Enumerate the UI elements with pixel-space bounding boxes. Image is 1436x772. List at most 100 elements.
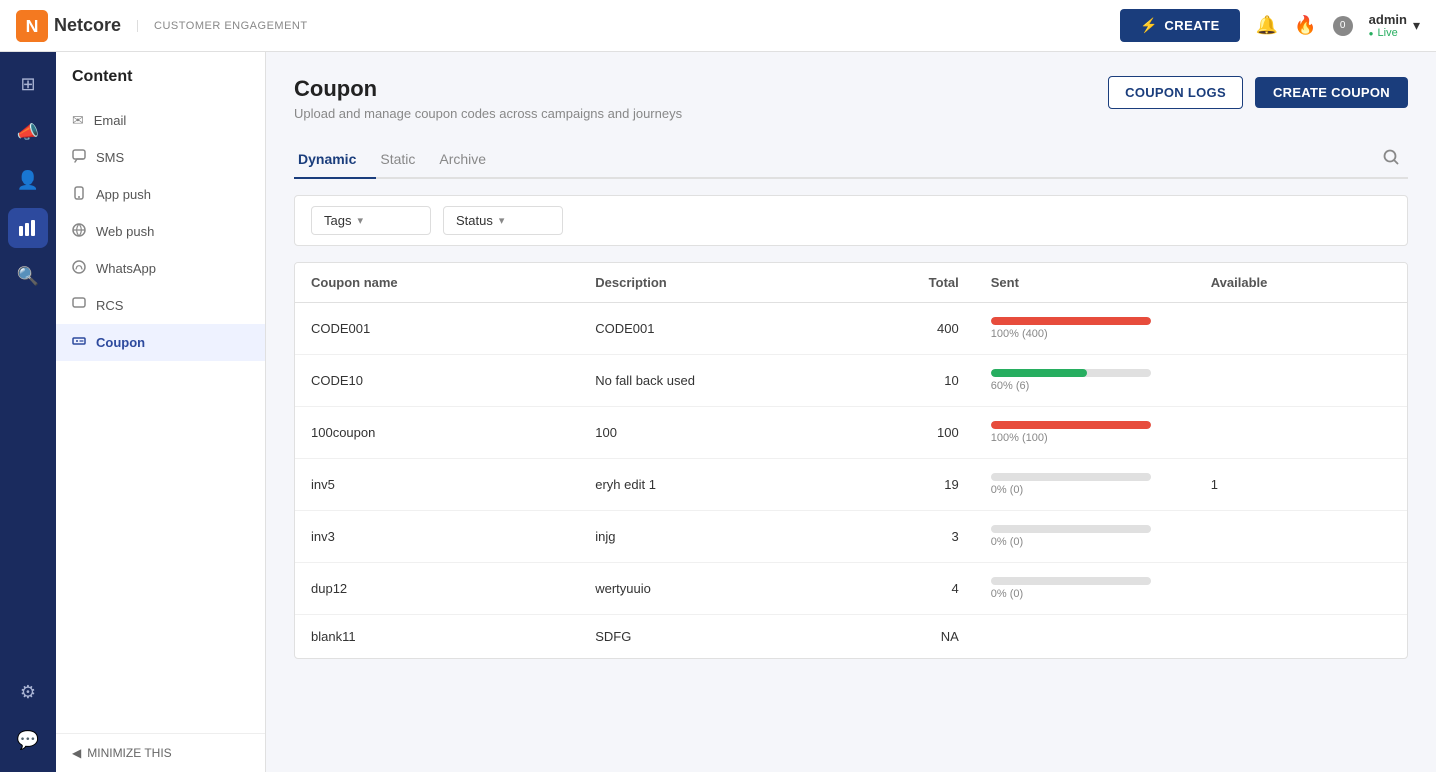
col-sent: Sent xyxy=(975,263,1195,303)
table-row[interactable]: inv3injg30% (0) xyxy=(295,511,1407,563)
cell-total: 10 xyxy=(895,355,975,407)
page-subtitle: Upload and manage coupon codes across ca… xyxy=(294,106,682,121)
progress-bar-bg xyxy=(991,369,1151,377)
progress-bar-bg xyxy=(991,525,1151,533)
create-button[interactable]: ⚡ CREATE xyxy=(1120,9,1239,42)
admin-name: admin xyxy=(1369,12,1407,27)
rcs-icon xyxy=(72,297,86,314)
cell-sent: 100% (400) xyxy=(975,303,1195,355)
sidebar-icon-search[interactable]: 🔍 xyxy=(8,256,48,296)
cell-coupon-name: CODE10 xyxy=(295,355,579,407)
progress-bar-wrap: 0% (0) xyxy=(991,577,1179,600)
cell-available xyxy=(1195,303,1407,355)
status-filter[interactable]: Status ▾ xyxy=(443,206,563,235)
tab-dynamic[interactable]: Dynamic xyxy=(294,141,376,179)
sidebar-item-coupon-label: Coupon xyxy=(96,335,145,350)
cell-description: wertyuuio xyxy=(579,563,895,615)
sidebar-item-email-label: Email xyxy=(94,113,127,128)
sidebar-item-sms[interactable]: SMS xyxy=(56,139,265,176)
whatsapp-icon xyxy=(72,260,86,277)
cell-sent: 60% (6) xyxy=(975,355,1195,407)
cell-sent: 0% (0) xyxy=(975,563,1195,615)
cell-description: SDFG xyxy=(579,615,895,659)
icon-sidebar: ⊞ 📣 👤 🔍 ⚙ 💬 xyxy=(0,52,56,772)
minimize-button[interactable]: ◀ MINIMIZE THIS xyxy=(56,733,265,772)
sidebar-item-rcs[interactable]: RCS xyxy=(56,287,265,324)
progress-bar-bg xyxy=(991,421,1151,429)
progress-label: 100% (400) xyxy=(991,328,1179,340)
sidebar-icon-megaphone[interactable]: 📣 xyxy=(8,112,48,152)
fire-icon: 🔥 xyxy=(1294,15,1316,35)
sms-icon xyxy=(72,149,86,166)
notifications-button[interactable]: 🔔 xyxy=(1256,15,1278,36)
table-row[interactable]: CODE001CODE001400100% (400) xyxy=(295,303,1407,355)
progress-bar-wrap: 0% (0) xyxy=(991,525,1179,548)
cell-description: CODE001 xyxy=(579,303,895,355)
coupon-logs-button[interactable]: COUPON LOGS xyxy=(1108,76,1243,109)
progress-label: 0% (0) xyxy=(991,536,1179,548)
table-row[interactable]: blank11SDFGNA xyxy=(295,615,1407,659)
sidebar-icon-grid[interactable]: ⊞ xyxy=(8,64,48,104)
customer-engagement-label: CUSTOMER ENGAGEMENT xyxy=(137,20,308,32)
live-status: Live xyxy=(1369,27,1407,39)
cell-coupon-name: dup12 xyxy=(295,563,579,615)
icon-sidebar-bottom: ⚙ 💬 xyxy=(8,672,48,772)
header-right: ⚡ CREATE 🔔 🔥 0 admin Live ▾ xyxy=(1120,9,1420,42)
search-icon-button[interactable] xyxy=(1374,141,1408,177)
cell-total: 100 xyxy=(895,407,975,459)
progress-bar-wrap: 100% (400) xyxy=(991,317,1179,340)
sidebar-item-apppush-label: App push xyxy=(96,187,151,202)
tabs: Dynamic Static Archive xyxy=(294,141,1408,179)
table-row[interactable]: inv5eryh edit 1190% (0)1 xyxy=(295,459,1407,511)
progress-label: 60% (6) xyxy=(991,380,1179,392)
tags-filter[interactable]: Tags ▾ xyxy=(311,206,431,235)
cell-description: eryh edit 1 xyxy=(579,459,895,511)
sidebar-item-whatsapp[interactable]: WhatsApp xyxy=(56,250,265,287)
admin-section[interactable]: admin Live ▾ xyxy=(1369,12,1420,39)
progress-bar-bg xyxy=(991,317,1151,325)
nav-sidebar-title: Content xyxy=(56,68,265,102)
cell-total: 400 xyxy=(895,303,975,355)
email-icon: ✉ xyxy=(72,112,84,129)
table-row[interactable]: dup12wertyuuio40% (0) xyxy=(295,563,1407,615)
progress-bar-bg xyxy=(991,473,1151,481)
sidebar-item-webpush[interactable]: Web push xyxy=(56,213,265,250)
cell-available xyxy=(1195,355,1407,407)
table-row[interactable]: 100coupon100100100% (100) xyxy=(295,407,1407,459)
sidebar-item-email[interactable]: ✉ Email xyxy=(56,102,265,139)
cell-coupon-name: inv3 xyxy=(295,511,579,563)
sidebar-icon-users[interactable]: 👤 xyxy=(8,160,48,200)
fire-button[interactable]: 🔥 xyxy=(1294,15,1316,36)
tags-label: Tags xyxy=(324,213,351,228)
zero-badge[interactable]: 0 xyxy=(1333,16,1353,36)
create-coupon-button[interactable]: CREATE COUPON xyxy=(1255,77,1408,108)
page-title: Coupon xyxy=(294,76,682,102)
table-row[interactable]: CODE10No fall back used10 60% (6) xyxy=(295,355,1407,407)
cell-description: 100 xyxy=(579,407,895,459)
tab-static[interactable]: Static xyxy=(376,141,435,179)
sidebar-icon-settings[interactable]: ⚙ xyxy=(8,672,48,712)
sidebar-icon-chart[interactable] xyxy=(8,208,48,248)
cell-coupon-name: CODE001 xyxy=(295,303,579,355)
table-header-row: Coupon name Description Total Sent Avail… xyxy=(295,263,1407,303)
cell-available xyxy=(1195,563,1407,615)
cell-sent: 100% (100) xyxy=(975,407,1195,459)
col-total: Total xyxy=(895,263,975,303)
body-wrap: ⊞ 📣 👤 🔍 ⚙ 💬 Content ✉ Email SMS xyxy=(0,52,1436,772)
logo[interactable]: N Netcore xyxy=(16,10,121,42)
progress-bar-fill xyxy=(991,317,1151,325)
sidebar-item-coupon[interactable]: Coupon xyxy=(56,324,265,361)
sidebar-item-whatsapp-label: WhatsApp xyxy=(96,261,156,276)
progress-label: 100% (100) xyxy=(991,432,1179,444)
tab-archive[interactable]: Archive xyxy=(435,141,506,179)
progress-label: 0% (0) xyxy=(991,484,1179,496)
sidebar-item-apppush[interactable]: App push xyxy=(56,176,265,213)
sidebar-icon-help[interactable]: 💬 xyxy=(8,720,48,760)
progress-bar-fill xyxy=(991,369,1087,377)
chevron-down-icon: ▾ xyxy=(1413,17,1420,34)
filters-row: Tags ▾ Status ▾ xyxy=(294,195,1408,246)
cell-available xyxy=(1195,407,1407,459)
app-push-icon xyxy=(72,186,86,203)
table: Coupon name Description Total Sent Avail… xyxy=(295,263,1407,658)
cell-description: No fall back used xyxy=(579,355,895,407)
